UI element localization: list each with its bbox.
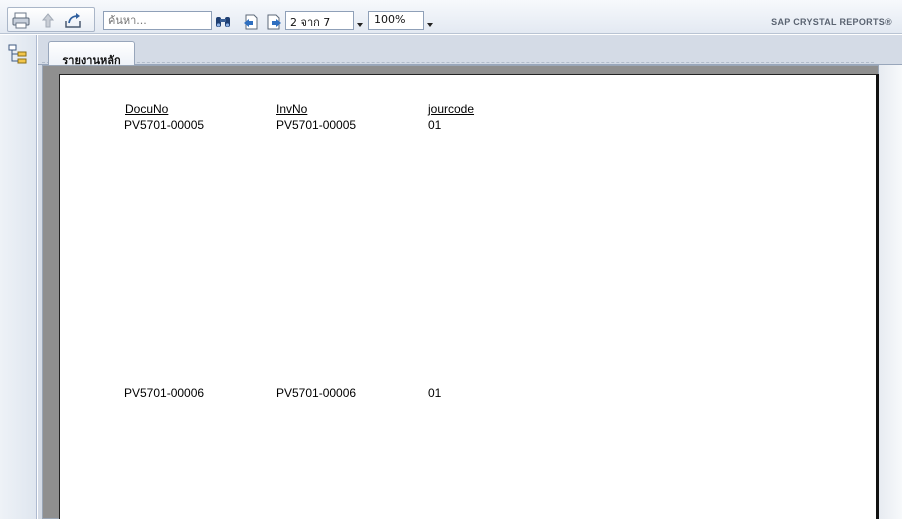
- column-header-invno: InvNo: [276, 102, 308, 116]
- file-button-group: [7, 7, 95, 32]
- toolbar: 2 จาก 7 100% SAP CRYSTAL REPORTS®: [0, 0, 902, 34]
- group-tree-icon[interactable]: [7, 43, 29, 65]
- row-2-docuno: PV5701-00006: [124, 386, 205, 400]
- brand-logo: SAP CRYSTAL REPORTS®: [771, 17, 892, 27]
- binoculars-icon[interactable]: [215, 14, 231, 29]
- print-icon[interactable]: [10, 11, 32, 30]
- report-scroll-pane[interactable]: DocuNo InvNo jourcode PV5701-00005 PV570…: [42, 65, 879, 519]
- page-number-field[interactable]: 2 จาก 7: [285, 11, 354, 30]
- zoom-dropdown-arrow-icon[interactable]: [427, 23, 433, 27]
- zoom-select[interactable]: 100%: [368, 11, 424, 30]
- tab-main-report[interactable]: รายงานหลัก: [48, 41, 135, 65]
- row-1-docuno: PV5701-00005: [124, 118, 205, 132]
- page-dropdown-arrow-icon[interactable]: [357, 23, 363, 27]
- report-view-area: รายงานหลัก DocuNo InvNo jourcode PV5701-…: [38, 35, 902, 519]
- next-page-icon[interactable]: [265, 14, 282, 30]
- right-margin: [879, 65, 902, 519]
- left-panel: [0, 35, 37, 519]
- column-header-jourcode: jourcode: [428, 102, 475, 116]
- row-1-jourcode: 01: [428, 118, 442, 132]
- export-icon[interactable]: [62, 11, 84, 30]
- column-header-docuno: DocuNo: [125, 102, 169, 116]
- search-input[interactable]: [103, 11, 212, 30]
- report-page: DocuNo InvNo jourcode PV5701-00005 PV570…: [59, 74, 879, 519]
- row-1-invno: PV5701-00005: [276, 118, 357, 132]
- row-2-invno: PV5701-00006: [276, 386, 357, 400]
- row-2-jourcode: 01: [428, 386, 442, 400]
- prev-page-icon[interactable]: [243, 14, 260, 30]
- up-arrow-icon[interactable]: [37, 11, 59, 30]
